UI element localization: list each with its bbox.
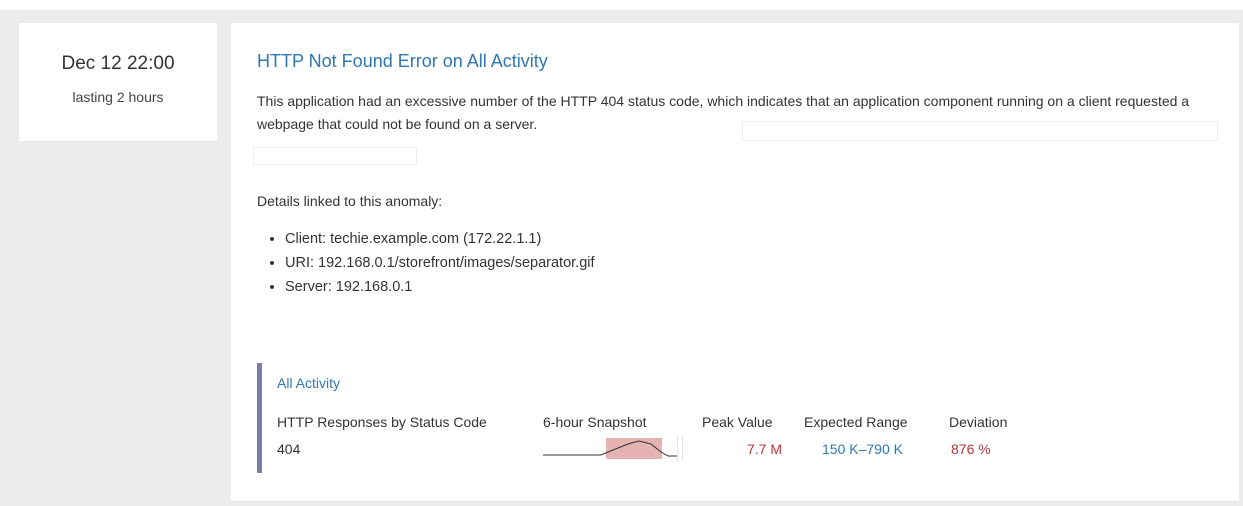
details-heading: Details linked to this anomaly:	[257, 193, 443, 209]
anomaly-highlight	[606, 438, 662, 459]
header-peak: Peak Value	[702, 414, 773, 430]
header-snapshot: 6-hour Snapshot	[543, 414, 647, 430]
deviation-value: 876 %	[951, 441, 991, 457]
detail-client: Client: techie.example.com (172.22.1.1)	[285, 227, 595, 251]
expected-range-value: 150 K–790 K	[822, 441, 903, 457]
header-metric: HTTP Responses by Status Code	[277, 414, 487, 430]
detail-uri: URI: 192.168.0.1/storefront/images/separ…	[285, 251, 595, 275]
header-expected: Expected Range	[804, 414, 908, 430]
detail-server: Server: 192.168.0.1	[285, 275, 595, 299]
redacted-text-box	[253, 147, 417, 165]
status-code-value: 404	[277, 441, 301, 457]
details-list: Client: techie.example.com (172.22.1.1) …	[257, 227, 595, 299]
metric-source-link[interactable]: All Activity	[277, 375, 340, 391]
event-duration: lasting 2 hours	[72, 89, 164, 105]
sparkline-edge	[677, 435, 683, 461]
event-time-card: Dec 12 22:00 lasting 2 hours	[19, 23, 217, 141]
peak-value: 7.7 M	[746, 441, 782, 457]
anomaly-title-link[interactable]: HTTP Not Found Error on All Activity	[257, 51, 548, 72]
redacted-text-box	[742, 121, 1218, 141]
metric-block: All Activity HTTP Responses by Status Co…	[257, 363, 1042, 473]
event-date: Dec 12 22:00	[61, 53, 175, 74]
snapshot-sparkline[interactable]	[543, 435, 683, 461]
header-deviation: Deviation	[949, 414, 1008, 430]
anomaly-card: HTTP Not Found Error on All Activity Thi…	[231, 23, 1239, 501]
top-strip	[0, 0, 1243, 10]
